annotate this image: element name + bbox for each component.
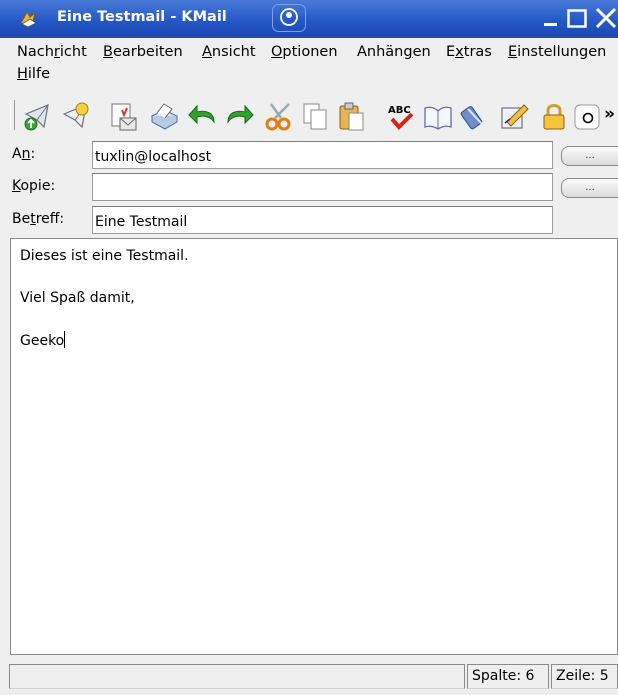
menu-hilfe[interactable]: Hilfe — [17, 66, 50, 82]
sign-icon[interactable] — [499, 100, 531, 132]
cc-input[interactable] — [93, 174, 552, 200]
address-book-icon[interactable] — [422, 100, 454, 132]
menu-anhaengen[interactable]: Anhängen — [357, 44, 431, 60]
to-label: An: — [12, 146, 36, 162]
encrypt-lock-icon[interactable] — [538, 100, 570, 132]
subject-input[interactable] — [93, 207, 552, 233]
status-line: Zeile: 5 — [551, 664, 618, 689]
clear-icon[interactable] — [573, 100, 605, 132]
text-cursor — [64, 331, 66, 348]
body-line-with-cursor: Geeko — [20, 331, 66, 349]
redo-icon[interactable] — [223, 100, 255, 132]
toolbar-handle[interactable] — [10, 100, 15, 130]
menu-bearbeiten[interactable]: Bearbeiten — [103, 44, 183, 60]
subject-label: Betreff: — [12, 211, 65, 227]
subject-field[interactable] — [92, 206, 553, 234]
body-line: Viel Spaß damit, — [20, 290, 135, 306]
to-address-button[interactable]: ... — [561, 146, 618, 166]
body-line: Geeko — [20, 333, 65, 349]
menu-optionen[interactable]: Optionen — [271, 44, 338, 60]
message-body-editor[interactable]: Dieses ist eine Testmail. Viel Spaß dami… — [10, 238, 618, 655]
toolbar-overflow-button[interactable]: » — [604, 104, 615, 124]
paste-icon[interactable] — [335, 100, 367, 132]
svg-text:ABC: ABC — [388, 105, 411, 116]
undo-icon[interactable] — [187, 100, 219, 132]
queue-icon[interactable] — [60, 100, 92, 132]
cc-row: Kopie: ... — [0, 173, 618, 203]
main-toolbar: ABC » — [0, 96, 618, 138]
window-titlebar[interactable]: Eine Testmail - KMail — [0, 0, 618, 38]
close-icon[interactable] — [594, 5, 618, 31]
menu-ansicht[interactable]: Ansicht — [202, 44, 256, 60]
statusbar: Spalte: 6 Zeile: 5 — [0, 664, 618, 695]
subject-row: Betreff: — [0, 206, 618, 236]
window-title: Eine Testmail - KMail — [57, 9, 227, 25]
menubar: Nachricht Bearbeiten Ansicht Optionen An… — [0, 40, 618, 94]
save-draft-icon[interactable] — [108, 100, 140, 132]
to-field[interactable] — [92, 141, 553, 169]
to-input[interactable] — [93, 142, 552, 168]
status-column: Spalte: 6 — [467, 664, 549, 689]
status-message — [9, 664, 465, 689]
minimize-icon[interactable] — [541, 5, 565, 31]
spellcheck-icon[interactable]: ABC — [385, 100, 417, 132]
cc-field[interactable] — [92, 173, 553, 201]
menu-einstellungen[interactable]: Einstellungen — [508, 44, 606, 60]
cut-icon[interactable] — [263, 100, 295, 132]
cc-address-button[interactable]: ... — [561, 178, 618, 198]
menu-extras[interactable]: Extras — [446, 44, 492, 60]
kmail-icon — [20, 10, 37, 28]
body-line: Dieses ist eine Testmail. — [20, 248, 189, 264]
sticky-pin-icon[interactable] — [272, 4, 306, 32]
maximize-icon[interactable] — [566, 5, 590, 31]
send-icon[interactable] — [22, 100, 54, 132]
print-icon[interactable] — [148, 100, 180, 132]
copy-icon[interactable] — [300, 100, 332, 132]
cc-label: Kopie: — [12, 178, 56, 194]
to-row: An: ... — [0, 141, 618, 171]
menu-nachricht[interactable]: Nachricht — [17, 44, 87, 60]
attach-icon[interactable] — [459, 100, 491, 132]
